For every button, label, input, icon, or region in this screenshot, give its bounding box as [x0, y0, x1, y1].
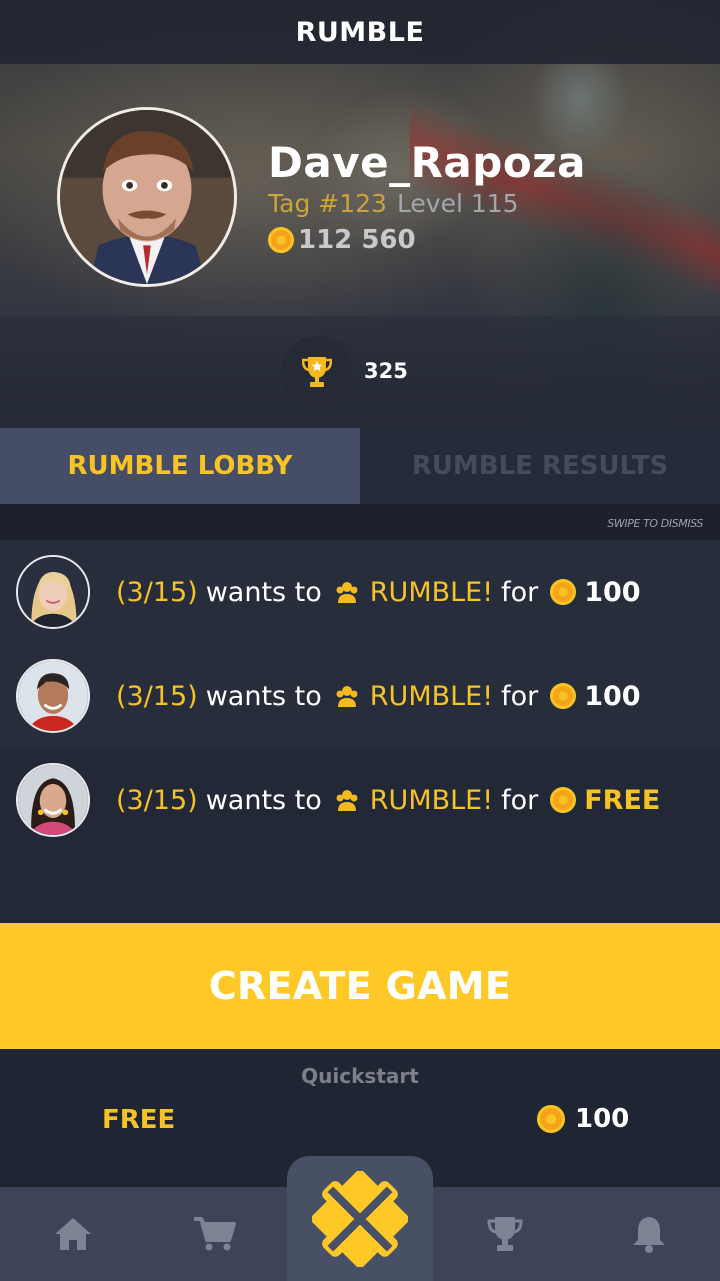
profile-tagline: Tag #123 Level 115	[268, 189, 519, 218]
invite-message: (3/15) wants to RUMBLE! for 100	[116, 681, 641, 712]
list-empty-space	[0, 848, 720, 923]
page-title: RUMBLE	[295, 16, 425, 48]
trophy-badge	[281, 336, 353, 408]
invite-row[interactable]: (3/15) wants to RUMBLE! for 100	[0, 644, 720, 748]
coin-icon	[268, 227, 294, 253]
people-icon	[336, 686, 358, 707]
invite-for-text: for	[501, 680, 539, 712]
nav-home[interactable]	[33, 1187, 113, 1281]
nav-notifications[interactable]	[609, 1187, 689, 1281]
profile-coins: 112 560	[268, 225, 416, 255]
profile-avatar[interactable]	[57, 107, 237, 287]
quickstart-label: Quickstart	[301, 1064, 419, 1088]
coin-icon	[550, 787, 577, 813]
create-game-button[interactable]: CREATE GAME	[0, 923, 720, 1049]
trophy-count: 325	[364, 359, 408, 383]
invite-action: RUMBLE!	[369, 784, 494, 816]
invite-avatar	[16, 555, 90, 629]
people-icon	[336, 790, 358, 811]
nav-rumble[interactable]	[287, 1156, 433, 1281]
people-icon	[336, 582, 358, 603]
invite-wants-text: wants to	[205, 576, 322, 608]
invite-wants-text: wants to	[205, 784, 322, 816]
invite-avatar-image	[18, 661, 88, 731]
invite-message: (3/15) wants to RUMBLE! for 100	[116, 577, 641, 608]
invite-row[interactable]: (3/15) wants to RUMBLE! for FREE	[0, 748, 720, 852]
trophy-icon	[302, 357, 332, 387]
dismiss-strip: SWIPE TO DISMISS	[0, 504, 720, 540]
tab-rumble-lobby[interactable]: RUMBLE LOBBY	[0, 428, 360, 504]
home-icon	[55, 1218, 91, 1250]
coin-icon	[550, 683, 577, 709]
invite-for-text: for	[501, 784, 539, 816]
quickstart-free-option[interactable]: FREE	[102, 1105, 175, 1135]
swipe-to-dismiss-hint: SWIPE TO DISMISS	[607, 517, 703, 530]
invite-avatar	[16, 659, 90, 733]
cart-icon	[194, 1217, 236, 1251]
invite-stake: FREE	[584, 784, 661, 816]
coin-icon	[550, 579, 577, 605]
invite-count: (3/15)	[116, 784, 198, 816]
nav-leaderboard[interactable]	[465, 1187, 545, 1281]
rumble-logo-icon	[312, 1170, 408, 1267]
tab-rumble-results[interactable]: RUMBLE RESULTS	[360, 428, 720, 504]
invite-action: RUMBLE!	[369, 576, 494, 608]
invite-stake: 100	[584, 576, 641, 608]
invite-action: RUMBLE!	[369, 680, 494, 712]
invite-count: (3/15)	[116, 576, 198, 608]
rumble-tabs: RUMBLE LOBBY RUMBLE RESULTS	[0, 428, 720, 504]
invite-avatar	[16, 763, 90, 837]
trophy-icon	[487, 1217, 523, 1251]
invite-avatar-image	[18, 765, 88, 835]
invite-wants-text: wants to	[205, 680, 322, 712]
invite-count: (3/15)	[116, 680, 198, 712]
invite-list: (3/15) wants to RUMBLE! for 100 (3/15) w…	[0, 540, 720, 852]
invite-avatar-image	[18, 557, 88, 627]
profile-username: Dave_Rapoza	[268, 138, 586, 187]
invite-for-text: for	[501, 576, 539, 608]
invite-message: (3/15) wants to RUMBLE! for FREE	[116, 785, 660, 816]
profile-level: Level 115	[396, 189, 519, 218]
profile-coins-value: 112 560	[298, 225, 416, 255]
profile-avatar-image	[60, 110, 234, 284]
coin-icon	[537, 1105, 565, 1133]
bell-icon	[633, 1217, 665, 1253]
nav-shop[interactable]	[174, 1187, 254, 1281]
hero-shade	[0, 316, 720, 428]
invite-row[interactable]: (3/15) wants to RUMBLE! for 100	[0, 540, 720, 644]
profile-tag: Tag #123	[268, 189, 387, 218]
quickstart-coin-value: 100	[575, 1104, 630, 1134]
quickstart-coin-option[interactable]: 100	[537, 1104, 629, 1134]
top-bar: RUMBLE	[0, 0, 720, 64]
invite-stake: 100	[584, 680, 641, 712]
